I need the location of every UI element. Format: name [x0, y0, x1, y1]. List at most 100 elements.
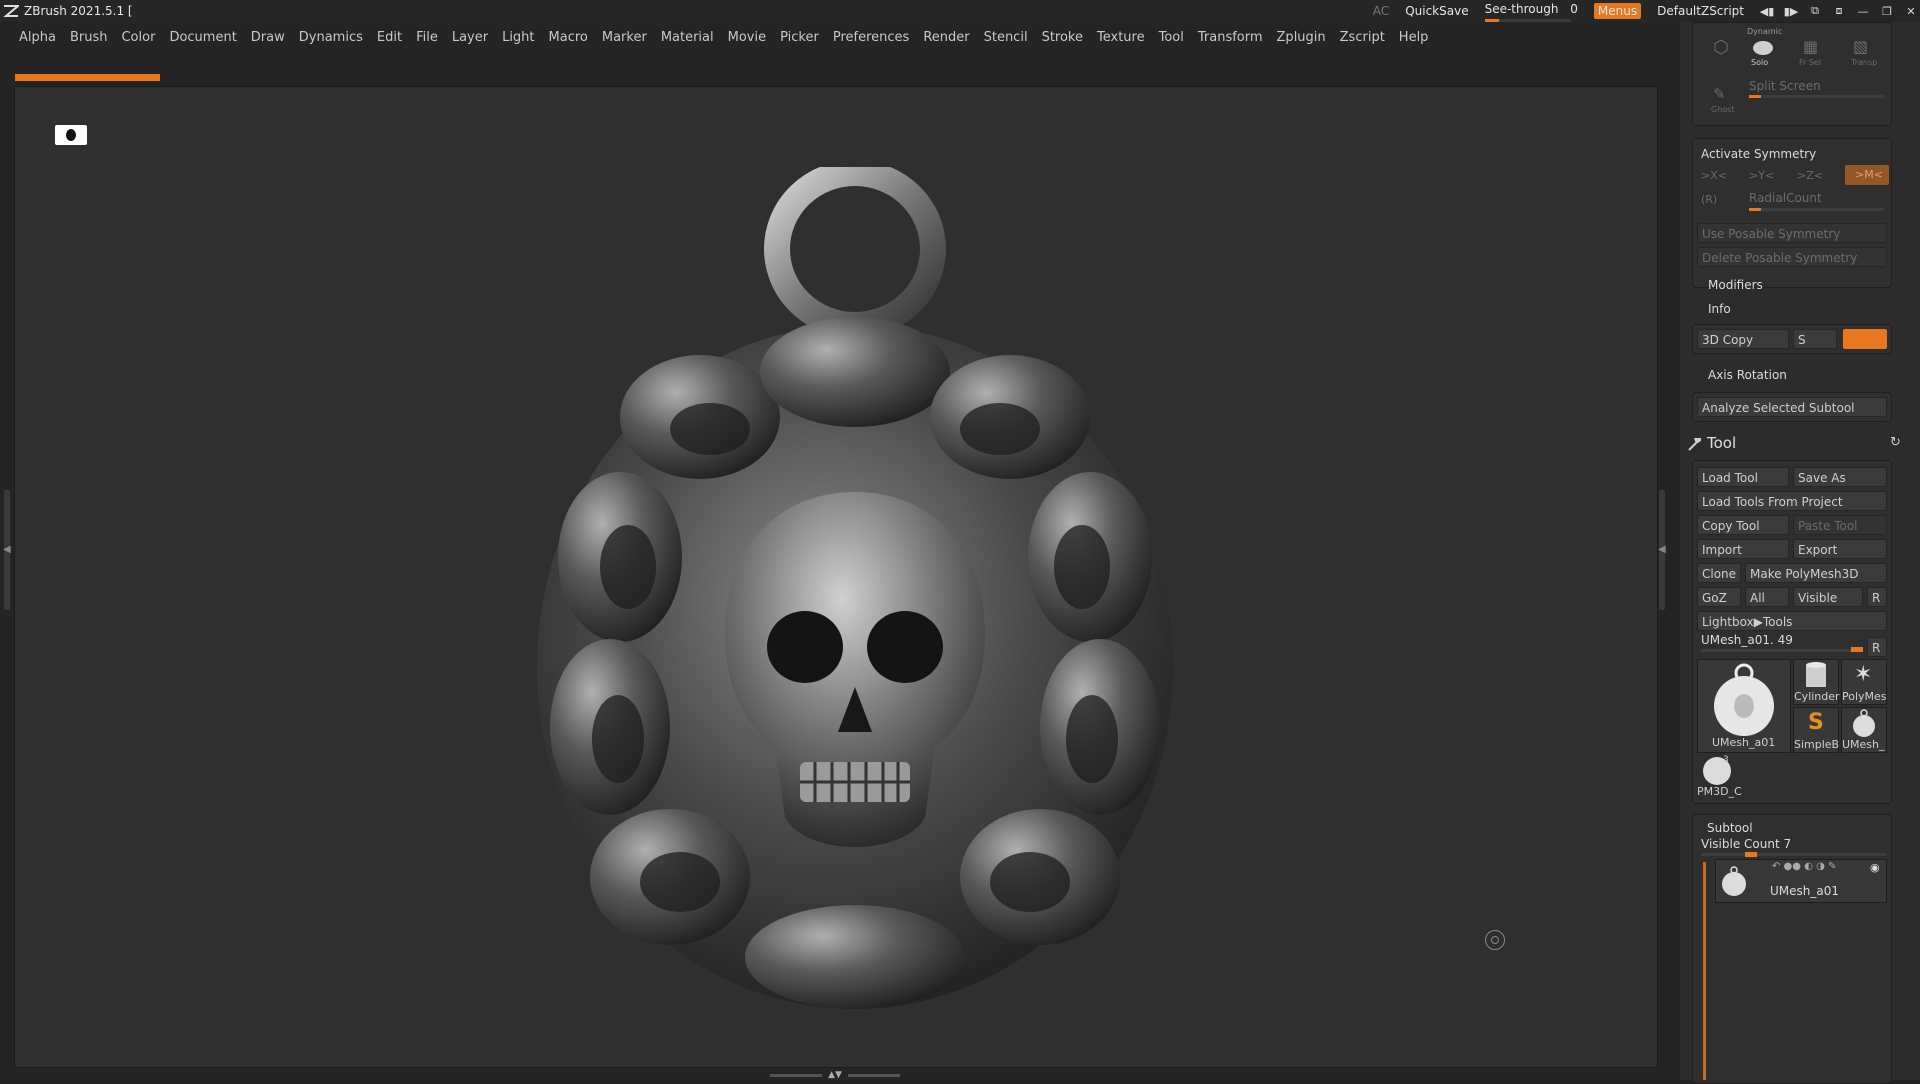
tool-thumb-polymesh[interactable]: ✶ PolyMes [1841, 659, 1887, 705]
axis-rotation-header[interactable]: Axis Rotation [1708, 368, 1787, 382]
right-tray-arrow-icon[interactable]: ◀ [1658, 544, 1666, 555]
refresh-icon[interactable]: ↻ [1890, 435, 1901, 450]
paste-tool-button[interactable]: Paste Tool [1793, 515, 1887, 535]
menu-macro[interactable]: Macro [549, 30, 588, 45]
seethrough-slider[interactable]: See-through 0 [1484, 2, 1578, 22]
menus-toggle-button[interactable]: Menus [1593, 3, 1642, 19]
menu-render[interactable]: Render [923, 30, 969, 45]
subtool-orange-scrollbar[interactable] [1703, 862, 1706, 1080]
minimize-icon[interactable]: — [1854, 5, 1872, 18]
menu-light[interactable]: Light [502, 30, 534, 45]
radial-count-label[interactable]: RadialCount [1749, 191, 1822, 205]
menu-help[interactable]: Help [1399, 30, 1429, 45]
menu-zplugin[interactable]: Zplugin [1277, 30, 1326, 45]
import-button[interactable]: Import [1697, 539, 1789, 559]
visible-count-label[interactable]: Visible Count 7 [1701, 837, 1791, 851]
menu-picker[interactable]: Picker [780, 30, 819, 45]
left-tray-arrow-icon[interactable]: ◀ [3, 544, 11, 555]
menu-zscript[interactable]: Zscript [1340, 30, 1385, 45]
load-tools-from-project-button[interactable]: Load Tools From Project [1697, 491, 1887, 511]
tool-r-button[interactable]: R [1867, 637, 1887, 657]
analyze-selected-subtool-button[interactable]: Analyze Selected Subtool [1697, 397, 1887, 417]
subtool-tool-icons[interactable]: ↶ ●● ◐ ◑ ✎ [1772, 861, 1836, 872]
frsel-icon[interactable]: ▦ [1803, 37, 1818, 56]
copy3d-button[interactable]: 3D Copy [1697, 329, 1789, 349]
menu-layer[interactable]: Layer [452, 30, 488, 45]
sym-y-button[interactable]: >Y< [1749, 169, 1774, 182]
menu-preferences[interactable]: Preferences [833, 30, 909, 45]
sym-z-button[interactable]: >Z< [1797, 169, 1823, 182]
menu-material[interactable]: Material [661, 30, 714, 45]
menu-file[interactable]: File [416, 30, 438, 45]
ac-button[interactable]: AC [1373, 4, 1389, 18]
tool-thumb-simplebrush[interactable]: S SimpleB [1793, 707, 1839, 753]
sym-x-button[interactable]: >X< [1701, 169, 1727, 182]
menu-edit[interactable]: Edit [377, 30, 402, 45]
menu-alpha[interactable]: Alpha [19, 30, 56, 45]
split-screen-label[interactable]: Split Screen [1749, 79, 1821, 93]
menu-stroke[interactable]: Stroke [1042, 30, 1083, 45]
tool-thumb-cylinder[interactable]: Cylinder [1793, 659, 1840, 705]
shelf-arrow-icon[interactable]: ▲▼ [828, 1070, 842, 1080]
tool-thumb-umesh-copy[interactable]: UMesh_ [1841, 707, 1887, 753]
copy3d-orange-toggle[interactable] [1843, 329, 1887, 349]
menu-movie[interactable]: Movie [728, 30, 766, 45]
clone-button[interactable]: Clone [1697, 563, 1741, 583]
pendant-skull-model[interactable] [520, 167, 1190, 1027]
default-zscript-button[interactable]: DefaultZScript [1657, 4, 1744, 18]
layout-alt-icon[interactable]: ⧈ [1830, 4, 1848, 18]
copy-tool-button[interactable]: Copy Tool [1697, 515, 1789, 535]
current-tool-name[interactable]: UMesh_a01. 49 [1701, 633, 1793, 647]
cube-icon[interactable]: ⬡ [1713, 37, 1729, 58]
use-posable-symmetry-button[interactable]: Use Posable Symmetry [1697, 223, 1887, 243]
tool-thumb-pm3d[interactable]: 3 PM3D_C [1697, 755, 1743, 801]
load-tool-button[interactable]: Load Tool [1697, 467, 1789, 487]
quicksave-button[interactable]: QuickSave [1405, 4, 1468, 18]
menu-brush[interactable]: Brush [70, 30, 108, 45]
canvas-viewport[interactable] [14, 86, 1658, 1068]
transp-icon[interactable]: ▧ [1853, 37, 1868, 56]
close-icon[interactable]: ✕ [1902, 5, 1920, 18]
subtool-header[interactable]: Subtool [1707, 821, 1753, 835]
delete-posable-symmetry-button[interactable]: Delete Posable Symmetry [1697, 247, 1887, 267]
menu-draw[interactable]: Draw [251, 30, 285, 45]
visible-count-knob[interactable] [1745, 852, 1757, 857]
split-screen-knob[interactable] [1749, 95, 1761, 98]
menu-marker[interactable]: Marker [602, 30, 647, 45]
subtool-item[interactable]: ↶ ●● ◐ ◑ ✎ ◉ UMesh_a01 [1715, 859, 1887, 903]
export-button[interactable]: Export [1793, 539, 1887, 559]
goz-button[interactable]: GoZ [1697, 587, 1741, 607]
tool-palette-header[interactable]: Tool ↻ [1680, 432, 1920, 456]
s-button[interactable]: S [1793, 329, 1837, 349]
menu-dynamics[interactable]: Dynamics [299, 30, 363, 45]
make-polymesh3d-button[interactable]: Make PolyMesh3D [1745, 563, 1887, 583]
save-as-button[interactable]: Save As [1793, 467, 1887, 487]
tool-slider-knob[interactable] [1851, 647, 1863, 652]
goz-r-button[interactable]: R [1867, 587, 1887, 607]
menu-tool[interactable]: Tool [1159, 30, 1184, 45]
zbrush-logo-icon[interactable] [0, 0, 22, 22]
tool-thumb-umesh-a01[interactable]: UMesh_a01 [1697, 659, 1791, 753]
radial-count-knob[interactable] [1749, 208, 1761, 211]
all-button[interactable]: All [1745, 587, 1789, 607]
bottom-shelf-handle[interactable]: ▲▼ [770, 1070, 900, 1080]
menu-document[interactable]: Document [169, 30, 236, 45]
solo-icon[interactable] [1753, 41, 1773, 55]
activate-symmetry-button[interactable]: Activate Symmetry [1701, 147, 1816, 161]
menu-color[interactable]: Color [121, 30, 155, 45]
layout-icon[interactable]: ⧉ [1806, 4, 1824, 18]
menu-transform[interactable]: Transform [1198, 30, 1263, 45]
subtool-visibility-eye-icon[interactable]: ◉ [1870, 861, 1880, 874]
menu-texture[interactable]: Texture [1097, 30, 1145, 45]
sym-r-button[interactable]: (R) [1701, 193, 1717, 206]
tray-right-icon[interactable]: ▮▶ [1782, 5, 1800, 18]
restore-icon[interactable]: ❐ [1878, 5, 1896, 18]
viewport-badge-icon[interactable] [55, 125, 87, 145]
visible-button[interactable]: Visible [1793, 587, 1863, 607]
tray-left-icon[interactable]: ◀▮ [1758, 5, 1776, 18]
lightbox-tools-button[interactable]: Lightbox▶Tools [1697, 611, 1887, 631]
ghost-icon[interactable]: ✎ [1713, 85, 1726, 103]
menu-stencil[interactable]: Stencil [984, 30, 1028, 45]
modifiers-header[interactable]: Modifiers [1708, 278, 1763, 292]
info-header[interactable]: Info [1708, 302, 1731, 316]
